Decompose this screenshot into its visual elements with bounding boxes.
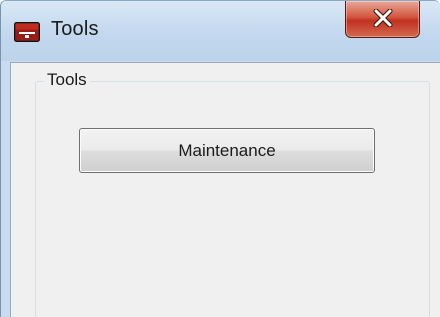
tools-app-icon: [14, 22, 40, 42]
client-area: Tools Maintenance: [10, 62, 440, 317]
title-bar[interactable]: Tools: [1, 1, 440, 61]
close-button[interactable]: [345, 1, 420, 38]
window-title: Tools: [51, 18, 99, 40]
tools-groupbox: [35, 81, 430, 317]
groupbox-label: Tools: [44, 70, 90, 90]
maintenance-button[interactable]: Maintenance: [79, 128, 375, 173]
close-icon: [373, 9, 393, 27]
tools-window: Tools Tools Maintenance: [0, 0, 440, 317]
